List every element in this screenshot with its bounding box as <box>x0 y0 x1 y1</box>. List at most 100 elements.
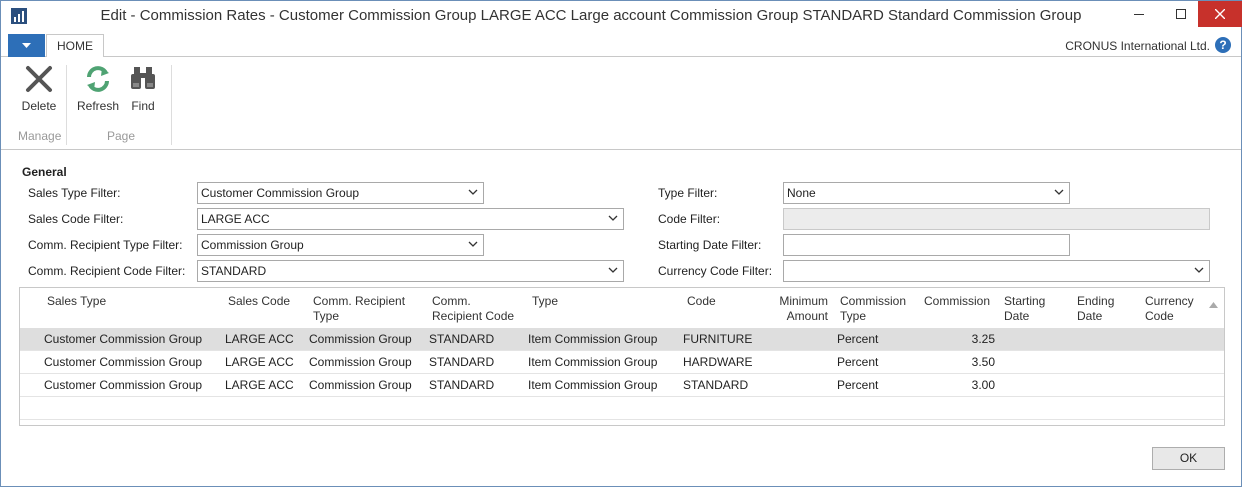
maximize-button[interactable] <box>1164 1 1198 27</box>
close-button[interactable] <box>1198 1 1242 27</box>
cell-code: HARDWARE <box>683 355 753 369</box>
find-label: Find <box>131 99 155 113</box>
cell-commission: 3.25 <box>971 332 995 346</box>
cell-commission: 3.50 <box>971 355 995 369</box>
chevron-down-icon <box>1194 267 1204 273</box>
column-header-code[interactable]: Code <box>687 294 716 309</box>
cell-commission-type: Percent <box>837 332 879 346</box>
chevron-down-icon <box>608 215 618 221</box>
sales-code-filter-label: Sales Code Filter: <box>28 212 124 226</box>
column-header-comm-recipient-code[interactable]: Comm. Recipient Code <box>432 294 514 324</box>
minimize-button[interactable] <box>1122 1 1156 27</box>
delete-label: Delete <box>21 99 57 113</box>
chevron-down-icon <box>608 267 618 273</box>
general-section-title[interactable]: General <box>22 165 67 179</box>
column-header-commission-type[interactable]: Commission Type <box>840 294 906 324</box>
sales-type-filter-value: Customer Commission Group <box>201 186 360 200</box>
sales-type-filter-select[interactable]: Customer Commission Group <box>197 182 484 204</box>
group-divider <box>66 65 67 145</box>
ribbon: Delete Manage Refresh Find Page <box>1 57 1241 150</box>
maximize-icon <box>1176 9 1186 19</box>
title-bar: Edit - Commission Rates - Customer Commi… <box>1 1 1242 32</box>
chevron-down-icon <box>468 241 478 247</box>
comm-recipient-code-filter-value: STANDARD <box>201 264 267 278</box>
grid-header: Sales Type Sales Code Comm. Recipient Typ… <box>20 288 1224 328</box>
delete-x-icon <box>26 66 52 92</box>
application-menu-button[interactable] <box>8 34 45 57</box>
sales-code-filter-value: LARGE ACC <box>201 212 270 226</box>
table-row-empty[interactable] <box>20 397 1224 420</box>
ribbon-tab-row: HOME CRONUS International Ltd. ? <box>1 33 1241 58</box>
code-filter-input <box>783 208 1210 230</box>
cell-comm-recipient-code: STANDARD <box>429 378 495 392</box>
comm-recipient-type-filter-value: Commission Group <box>201 238 304 252</box>
cell-sales-type: Customer Commission Group <box>44 355 203 369</box>
cell-commission-type: Percent <box>837 378 879 392</box>
currency-code-filter-label: Currency Code Filter: <box>658 264 773 278</box>
chevron-down-icon <box>1054 189 1064 195</box>
table-row[interactable]: Customer Commission Group LARGE ACC Comm… <box>20 351 1224 374</box>
type-filter-select[interactable]: None <box>783 182 1070 204</box>
cell-comm-recipient-code: STANDARD <box>429 332 495 346</box>
column-header-ending-date[interactable]: Ending Date <box>1077 294 1114 324</box>
column-header-minimum-amount[interactable]: Minimum Amount <box>774 294 828 324</box>
cell-type: Item Commission Group <box>528 332 658 346</box>
cell-sales-code: LARGE ACC <box>225 378 294 392</box>
type-filter-value: None <box>787 186 816 200</box>
cell-comm-recipient-type: Commission Group <box>309 378 412 392</box>
cell-commission-type: Percent <box>837 355 879 369</box>
comm-recipient-code-filter-select[interactable]: STANDARD <box>197 260 624 282</box>
tab-home[interactable]: HOME <box>46 34 104 58</box>
cell-sales-type: Customer Commission Group <box>44 332 203 346</box>
company-name[interactable]: CRONUS International Ltd. <box>1065 39 1210 53</box>
code-filter-label: Code Filter: <box>658 212 721 226</box>
comm-recipient-type-filter-select[interactable]: Commission Group <box>197 234 484 256</box>
sort-arrow-icon[interactable] <box>1209 302 1218 308</box>
cell-sales-code: LARGE ACC <box>225 355 294 369</box>
column-header-starting-date[interactable]: Starting Date <box>1004 294 1045 324</box>
comm-recipient-code-filter-label: Comm. Recipient Code Filter: <box>28 264 186 278</box>
cell-code: FURNITURE <box>683 332 753 346</box>
refresh-icon <box>87 66 109 92</box>
cell-comm-recipient-code: STANDARD <box>429 355 495 369</box>
cell-type: Item Commission Group <box>528 378 658 392</box>
column-header-type[interactable]: Type <box>532 294 558 309</box>
commission-rates-grid: Sales Type Sales Code Comm. Recipient Typ… <box>19 287 1225 426</box>
starting-date-filter-label: Starting Date Filter: <box>658 238 762 252</box>
sales-code-filter-select[interactable]: LARGE ACC <box>197 208 624 230</box>
find-button[interactable]: Find <box>125 63 161 113</box>
column-header-commission[interactable]: Commission <box>924 294 990 309</box>
minimize-icon <box>1134 14 1144 15</box>
table-row[interactable]: Customer Commission Group LARGE ACC Comm… <box>20 328 1224 351</box>
column-header-currency-code[interactable]: Currency Code <box>1145 294 1194 324</box>
currency-code-filter-select[interactable] <box>783 260 1210 282</box>
dropdown-arrow-icon <box>22 43 31 48</box>
type-filter-label: Type Filter: <box>658 186 718 200</box>
binoculars-icon <box>131 67 155 89</box>
table-row[interactable]: Customer Commission Group LARGE ACC Comm… <box>20 374 1224 397</box>
column-header-sales-code[interactable]: Sales Code <box>228 294 290 309</box>
comm-recipient-type-filter-label: Comm. Recipient Type Filter: <box>28 238 183 252</box>
cell-code: STANDARD <box>683 378 749 392</box>
commission-rates-window: Edit - Commission Rates - Customer Commi… <box>0 0 1242 487</box>
cell-sales-code: LARGE ACC <box>225 332 294 346</box>
sales-type-filter-label: Sales Type Filter: <box>28 186 121 200</box>
help-icon[interactable]: ? <box>1215 37 1231 53</box>
cell-comm-recipient-type: Commission Group <box>309 355 412 369</box>
group-divider <box>171 65 172 145</box>
cell-comm-recipient-type: Commission Group <box>309 332 412 346</box>
group-manage-label: Manage <box>18 129 62 143</box>
refresh-button[interactable]: Refresh <box>75 63 121 113</box>
chevron-down-icon <box>468 189 478 195</box>
group-page-label: Page <box>107 129 136 143</box>
column-header-comm-recipient-type[interactable]: Comm. Recipient Type <box>313 294 405 324</box>
column-header-sales-type[interactable]: Sales Type <box>47 294 106 309</box>
window-title: Edit - Commission Rates - Customer Commi… <box>100 7 1082 24</box>
ok-button[interactable]: OK <box>1152 447 1225 470</box>
cell-commission: 3.00 <box>971 378 995 392</box>
cell-sales-type: Customer Commission Group <box>44 378 203 392</box>
refresh-label: Refresh <box>76 99 120 113</box>
close-icon <box>1215 9 1225 19</box>
delete-button[interactable]: Delete <box>15 63 63 113</box>
starting-date-filter-input[interactable] <box>783 234 1070 256</box>
